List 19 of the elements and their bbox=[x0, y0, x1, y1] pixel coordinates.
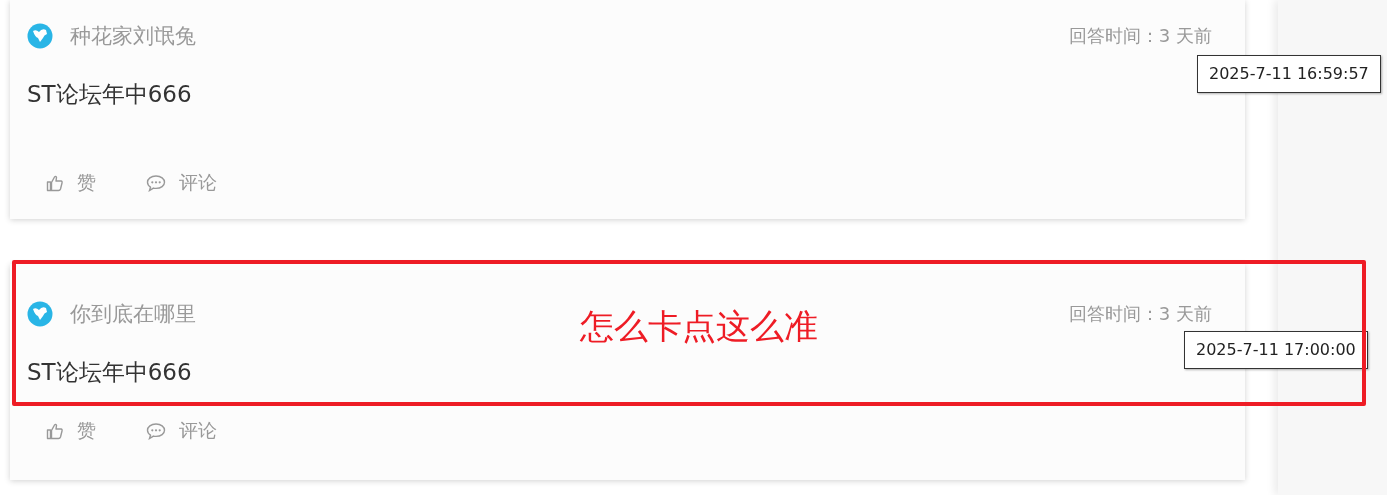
author-name[interactable]: 种花家刘氓兔 bbox=[70, 22, 196, 50]
avatar-icon bbox=[27, 301, 53, 327]
thumbs-up-icon bbox=[46, 174, 64, 192]
annotation-text: 怎么卡点这么准 bbox=[580, 305, 818, 348]
like-button[interactable]: 赞 bbox=[46, 170, 96, 196]
answer-content: ST论坛年中666 bbox=[27, 358, 193, 387]
answer-time: 回答时间：3 天前 bbox=[1068, 302, 1212, 326]
comment-icon bbox=[146, 422, 166, 440]
answer-content: ST论坛年中666 bbox=[27, 80, 193, 109]
avatar-icon bbox=[27, 23, 53, 49]
author-name[interactable]: 你到底在哪里 bbox=[70, 300, 196, 328]
like-button[interactable]: 赞 bbox=[46, 418, 96, 444]
comment-button[interactable]: 评论 bbox=[146, 170, 217, 196]
comment-icon bbox=[146, 174, 166, 192]
tooltip: 2025-7-11 16:59:57 bbox=[1197, 55, 1381, 93]
answer-time: 回答时间：3 天前 bbox=[1068, 24, 1212, 48]
thumbs-up-icon bbox=[46, 422, 64, 440]
comment-button[interactable]: 评论 bbox=[146, 418, 217, 444]
tooltip: 2025-7-11 17:00:00 bbox=[1184, 331, 1368, 369]
